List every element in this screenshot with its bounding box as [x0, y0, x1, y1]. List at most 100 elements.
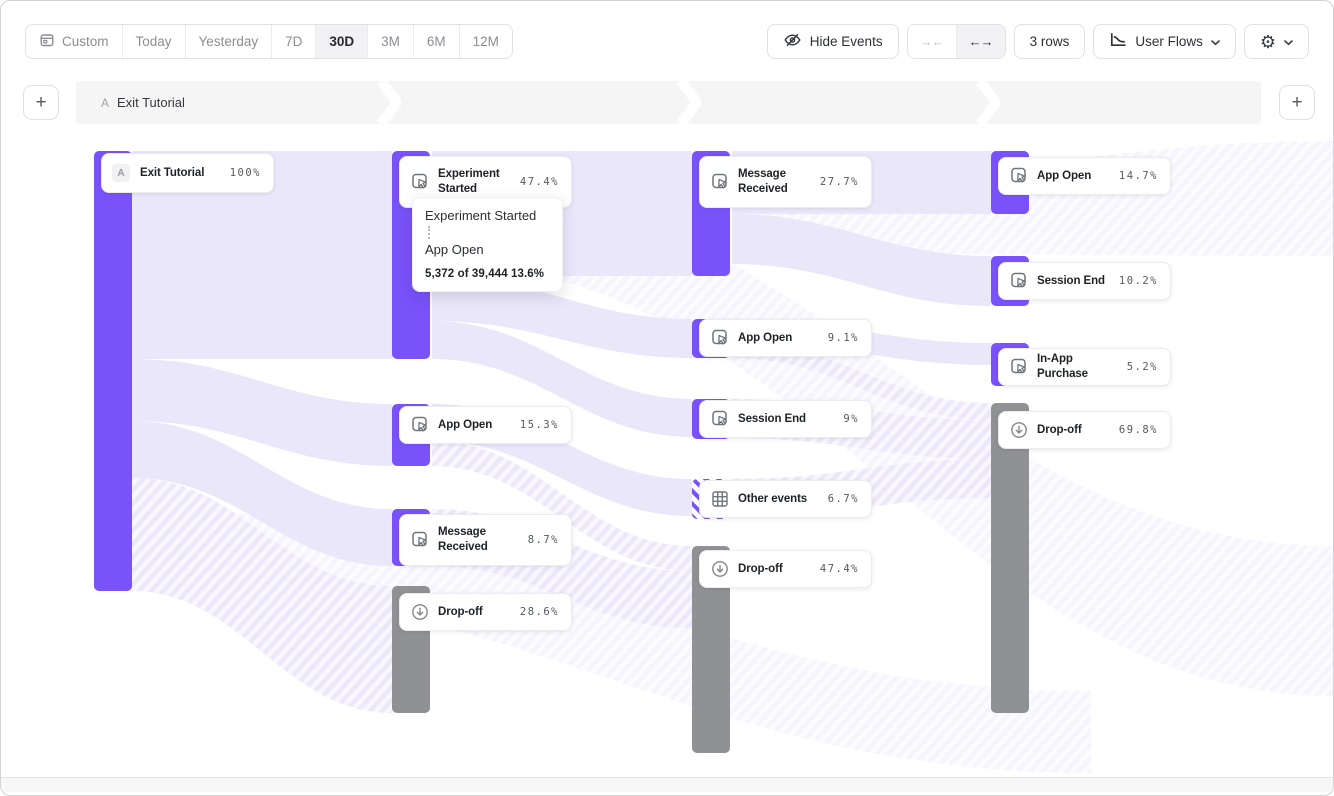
node-label: App Open: [738, 331, 820, 346]
hide-events-button[interactable]: Hide Events: [767, 24, 899, 59]
step-divider-chevron: [377, 81, 401, 124]
date-range-3m[interactable]: 3M: [367, 25, 413, 58]
calendar-icon: [39, 32, 55, 51]
node-label: Message Received: [438, 525, 520, 555]
step-a-label: A Exit Tutorial: [101, 81, 185, 124]
tooltip-target-event: App Open: [425, 242, 550, 257]
step-divider-chevron: [677, 81, 701, 124]
node-label: Session End: [1037, 274, 1111, 289]
gear-icon: ⚙: [1260, 33, 1276, 51]
flow-node-card-c4-drop[interactable]: Drop-off 69.8%: [998, 411, 1171, 449]
chart-type-button[interactable]: User Flows: [1093, 24, 1236, 59]
flow-node-card-c4-ses[interactable]: Session End 10.2%: [998, 262, 1171, 300]
collapse-columns-button[interactable]: →←: [908, 25, 956, 58]
node-label: Exit Tutorial: [140, 166, 222, 181]
node-label: Drop-off: [438, 605, 512, 620]
date-range-6m[interactable]: 6M: [413, 25, 459, 58]
node-percent: 100%: [230, 167, 261, 179]
toolbar: Custom Today Yesterday 7D 30D 3M 6M 12M …: [1, 1, 1333, 75]
node-percent: 5.2%: [1127, 361, 1158, 373]
tooltip-connector: [428, 226, 430, 239]
tooltip-stat: 5,372 of 39,444 13.6%: [425, 268, 550, 280]
date-range-yesterday[interactable]: Yesterday: [185, 25, 272, 58]
flow-node-card-c1-exit[interactable]: A Exit Tutorial 100%: [101, 153, 274, 193]
node-percent: 47.4%: [520, 176, 559, 188]
date-range-label: Custom: [62, 34, 109, 49]
node-percent: 10.2%: [1119, 275, 1158, 287]
event-cursor-icon: [710, 172, 730, 192]
date-range-today[interactable]: Today: [122, 25, 185, 58]
flow-node-card-c2-msg[interactable]: Message Received 8.7%: [399, 514, 572, 566]
grid-icon: [710, 489, 730, 509]
event-cursor-icon: [710, 328, 730, 348]
flow-node-card-c3-drop[interactable]: Drop-off 47.4%: [699, 550, 872, 588]
event-cursor-icon: [410, 172, 430, 192]
toolbar-right: Hide Events →← ←→ 3 rows User Flows: [767, 24, 1309, 59]
add-step-right-button[interactable]: +: [1279, 85, 1315, 120]
flow-node-card-c3-ses[interactable]: Session End 9%: [699, 400, 872, 438]
eye-off-icon: [783, 31, 802, 52]
step-title: Exit Tutorial: [117, 95, 185, 110]
drop-off-icon: [1009, 420, 1029, 440]
event-cursor-icon: [410, 415, 430, 435]
node-label: Drop-off: [738, 562, 812, 577]
expand-columns-button[interactable]: ←→: [956, 25, 1005, 58]
node-label: Drop-off: [1037, 423, 1111, 438]
event-cursor-icon: [1009, 166, 1029, 186]
node-percent: 9.1%: [828, 332, 859, 344]
user-flows-app: A Exit Tutorial 100% Experiment Started 47.4…: [0, 0, 1334, 796]
event-cursor-icon: [710, 409, 730, 429]
node-percent: 28.6%: [520, 606, 559, 618]
node-percent: 47.4%: [820, 563, 859, 575]
node-label: In-App Purchase: [1037, 352, 1119, 382]
tooltip-source-event: Experiment Started: [425, 208, 550, 223]
node-percent: 14.7%: [1119, 170, 1158, 182]
add-step-left-button[interactable]: +: [23, 85, 59, 120]
step-letter-badge: A: [112, 164, 132, 182]
date-range-selector: Custom Today Yesterday 7D 30D 3M 6M 12M: [25, 24, 513, 59]
node-label: Other events: [738, 492, 820, 507]
flow-node-card-c4-app[interactable]: App Open 14.7%: [998, 157, 1171, 195]
steps-bar[interactable]: A Exit Tutorial: [76, 81, 1261, 124]
drop-off-icon: [710, 559, 730, 579]
flow-node-card-c4-iap[interactable]: In-App Purchase 5.2%: [998, 348, 1171, 386]
chevron-down-icon: [1284, 34, 1293, 49]
horizontal-scrollbar-track[interactable]: [1, 777, 1333, 792]
date-range-custom[interactable]: Custom: [26, 25, 122, 58]
flow-node-bar-c4-drop[interactable]: [991, 403, 1029, 713]
node-label: App Open: [438, 418, 512, 433]
node-percent: 6.7%: [828, 493, 859, 505]
chevron-down-icon: [1211, 34, 1220, 49]
event-cursor-icon: [410, 530, 430, 550]
flow-node-card-c3-msg[interactable]: Message Received 27.7%: [699, 156, 872, 208]
node-label: App Open: [1037, 169, 1111, 184]
step-letter: A: [101, 96, 109, 110]
collapse-icon: →←: [920, 34, 944, 49]
flow-node-card-c2-app[interactable]: App Open15.3%: [399, 406, 572, 444]
width-toggle-group: →← ←→: [907, 24, 1006, 59]
date-range-30d[interactable]: 30D: [315, 25, 367, 58]
node-label: Message Received: [738, 167, 812, 197]
node-percent: 27.7%: [820, 176, 859, 188]
expand-icon: ←→: [969, 34, 993, 49]
drop-off-icon: [410, 602, 430, 622]
rows-button[interactable]: 3 rows: [1014, 24, 1086, 59]
node-label: Experiment Started: [438, 167, 512, 197]
date-range-7d[interactable]: 7D: [271, 25, 315, 58]
step-divider-chevron: [976, 81, 1000, 124]
date-range-12m[interactable]: 12M: [459, 25, 512, 58]
event-cursor-icon: [1009, 357, 1029, 377]
flow-node-card-c2-drop[interactable]: Drop-off 28.6%: [399, 593, 572, 631]
node-percent: 9%: [843, 413, 859, 425]
user-flows-chart-icon: [1109, 32, 1127, 51]
badge-letter: A: [112, 164, 130, 182]
node-percent: 8.7%: [528, 534, 559, 546]
node-label: Session End: [738, 412, 835, 427]
settings-button[interactable]: ⚙: [1244, 24, 1309, 59]
flow-node-card-c3-app[interactable]: App Open 9.1%: [699, 319, 872, 357]
flow-node-card-c3-other[interactable]: Other events 6.7%: [699, 480, 872, 518]
event-cursor-icon: [1009, 271, 1029, 291]
node-percent: 69.8%: [1119, 424, 1158, 436]
flow-node-bar-c1-exit[interactable]: [94, 151, 132, 591]
flow-tooltip: Experiment Started App Open 5,372 of 39,…: [412, 197, 563, 292]
